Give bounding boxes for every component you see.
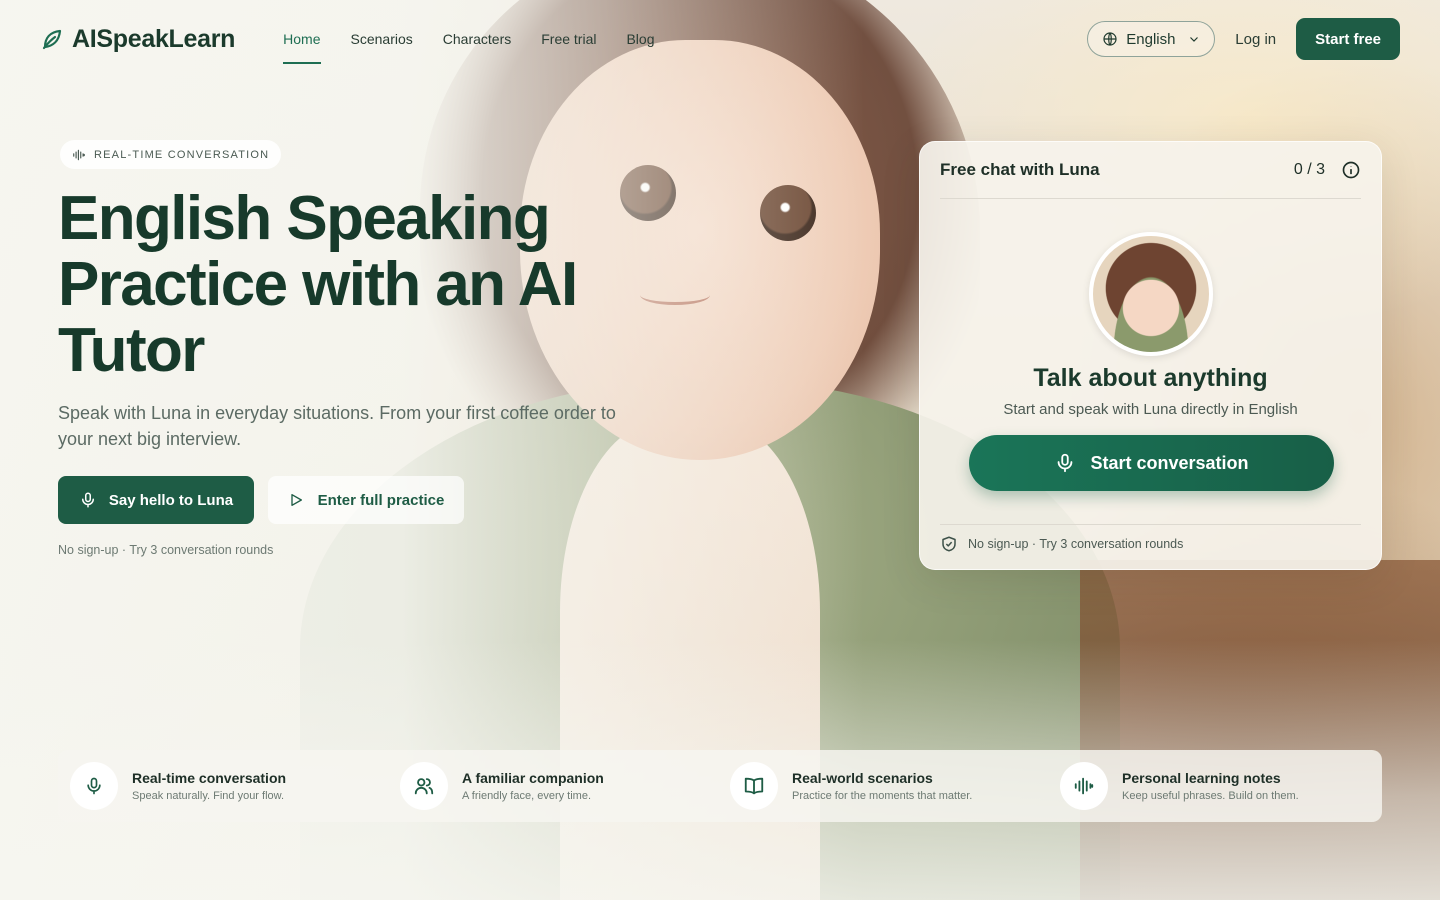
feature-icon-wrap <box>70 762 118 810</box>
soundwave-icon <box>73 149 85 160</box>
nav-characters[interactable]: Characters <box>443 0 511 78</box>
enter-practice-button[interactable]: Enter full practice <box>268 476 464 524</box>
chat-card-heading: Talk about anything <box>1033 364 1268 392</box>
brand-name: AISpeakLearn <box>72 24 236 53</box>
feature-title: A familiar companion <box>462 770 604 786</box>
users-icon <box>414 778 434 795</box>
soundwave-icon <box>1074 777 1094 795</box>
language-select[interactable]: English <box>1087 21 1216 57</box>
chat-footer-note: No sign-up · Try 3 conversation rounds <box>968 536 1184 551</box>
globe-icon <box>1103 32 1117 46</box>
nav-home[interactable]: Home <box>283 0 321 78</box>
chat-card-title: Free chat with Luna <box>940 160 1100 179</box>
enter-practice-label: Enter full practice <box>317 491 445 509</box>
say-hello-label: Say hello to Luna <box>108 491 234 509</box>
chat-card-header: Free chat with Luna 0 / 3 <box>940 142 1361 199</box>
info-icon[interactable] <box>1341 160 1361 180</box>
feature-title: Real-time conversation <box>132 770 287 786</box>
book-open-icon <box>744 777 764 795</box>
feature-desc: Practice for the moments that matter. <box>792 790 973 802</box>
leaf-icon <box>42 29 62 50</box>
chevron-down-icon <box>1190 37 1199 42</box>
login-link[interactable]: Log in <box>1235 31 1276 48</box>
start-conversation-label: Start conversation <box>1090 452 1249 473</box>
feature-item: Real-time conversation Speak naturally. … <box>58 762 388 810</box>
nav-blog[interactable]: Blog <box>626 0 654 78</box>
feature-title: Real-world scenarios <box>792 770 933 786</box>
start-free-button[interactable]: Start free <box>1296 18 1400 60</box>
nav-free-trial[interactable]: Free trial <box>541 0 596 78</box>
language-label: English <box>1126 30 1176 48</box>
chat-round-counter: 0 / 3 <box>1293 161 1325 178</box>
feature-desc: Keep useful phrases. Build on them. <box>1122 790 1299 802</box>
site-header: AISpeakLearn Home Scenarios Characters F… <box>0 0 1440 78</box>
luna-avatar <box>1089 232 1213 356</box>
play-icon <box>290 494 302 506</box>
feature-title: Personal learning notes <box>1122 770 1281 786</box>
feature-desc: A friendly face, every time. <box>462 790 591 802</box>
free-chat-card: Free chat with Luna 0 / 3 Talk about any… <box>919 141 1382 570</box>
microphone-icon <box>87 777 101 795</box>
feature-icon-wrap <box>730 762 778 810</box>
nav-scenarios[interactable]: Scenarios <box>351 0 413 78</box>
chat-card-description: Start and speak with Luna directly in En… <box>1003 401 1298 418</box>
hero-title: English Speaking Practice with an AI Tut… <box>58 184 578 385</box>
brand-logo[interactable]: AISpeakLearn <box>40 25 235 54</box>
feature-item: Personal learning notes Keep useful phra… <box>1048 762 1378 810</box>
header-actions: English Log in Start free <box>1087 18 1400 60</box>
feature-desc: Speak naturally. Find your flow. <box>132 790 285 802</box>
badge-label: REAL-TIME CONVERSATION <box>94 148 270 161</box>
hero-note: No sign-up · Try 3 conversation rounds <box>58 543 274 557</box>
say-hello-button[interactable]: Say hello to Luna <box>58 476 254 524</box>
microphone-icon <box>1058 453 1073 473</box>
main-nav: Home Scenarios Characters Free trial Blo… <box>283 0 655 78</box>
feature-item: A familiar companion A friendly face, ev… <box>388 762 718 810</box>
microphone-icon <box>81 492 94 508</box>
realtime-badge: REAL-TIME CONVERSATION <box>60 140 282 169</box>
feature-item: Real-world scenarios Practice for the mo… <box>718 762 1048 810</box>
feature-icon-wrap <box>400 762 448 810</box>
feature-icon-wrap <box>1060 762 1108 810</box>
shield-check-icon <box>942 536 956 551</box>
feature-strip: Real-time conversation Speak naturally. … <box>58 750 1382 822</box>
hero-subtitle: Speak with Luna in everyday situations. … <box>58 403 616 449</box>
start-conversation-button[interactable]: Start conversation <box>969 435 1334 491</box>
chat-card-footer: No sign-up · Try 3 conversation rounds <box>940 524 1361 562</box>
